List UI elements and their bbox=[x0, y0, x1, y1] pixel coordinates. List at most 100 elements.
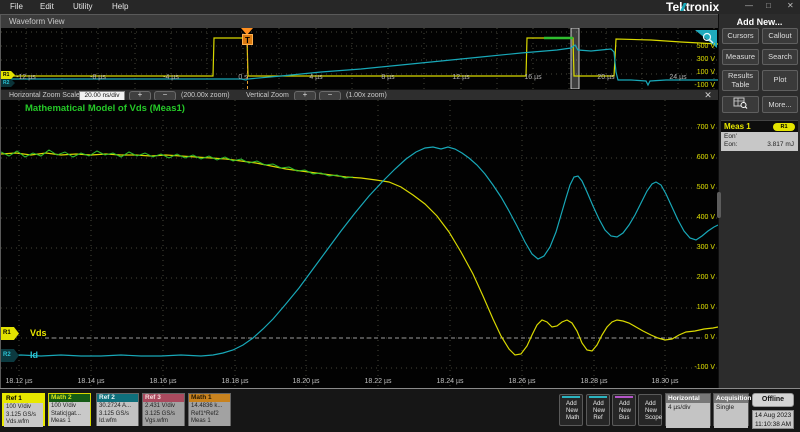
overview-plot[interactable]: T R1 R2 -12 µs-8 µs-4 µs0 s4 µs8 µs12 µs… bbox=[1, 28, 718, 89]
ref3-channel-badge[interactable]: Ref 3 2.431 V/div 3.125 GS/s Vgs.wfm bbox=[142, 393, 185, 426]
main-volt-label-6: 100 V bbox=[681, 304, 715, 311]
main-plot-canvas[interactable] bbox=[1, 100, 718, 389]
overview-time-label-2: -4 µs bbox=[153, 74, 189, 81]
main-volt-label-2: 500 V bbox=[681, 184, 715, 191]
meas1-results: Eon' Eon: 3.817 mJ bbox=[721, 132, 798, 151]
waveform-view-title: Waveform View bbox=[1, 15, 718, 28]
measure-button[interactable]: Measure bbox=[722, 49, 759, 65]
horizontal-panel[interactable]: Horizontal 4 µs/div bbox=[665, 393, 711, 426]
table-search-icon bbox=[733, 97, 748, 109]
id-label: Id bbox=[30, 350, 38, 360]
math2-channel-badge[interactable]: Math 2 100 V/div Static|gat... Meas 1 bbox=[48, 393, 91, 426]
add-new-ref-button[interactable]: AddNewRef bbox=[586, 394, 610, 426]
main-time-label-0: 18.12 µs bbox=[1, 378, 39, 385]
main-time-label-2: 18.16 µs bbox=[143, 378, 183, 385]
main-time-label-6: 18.24 µs bbox=[430, 378, 470, 385]
main-plot[interactable]: Mathematical Model of Vds (Meas1) R1 Vds… bbox=[1, 100, 718, 389]
meas1-name: Meas 1 bbox=[724, 122, 751, 131]
horizontal-zoom-scale-label: Horizontal Zoom Scale bbox=[9, 92, 80, 99]
meas1-row1: Eon' bbox=[724, 133, 737, 140]
time-text: 11:10:38 AM bbox=[753, 420, 793, 429]
bus-color-stripe bbox=[615, 396, 633, 398]
offline-button[interactable]: Offline bbox=[752, 393, 794, 407]
math1-scale: 14.4836 k... bbox=[191, 403, 230, 411]
math-color-stripe bbox=[562, 396, 580, 398]
plot-title: Mathematical Model of Vds (Meas1) bbox=[25, 103, 185, 114]
meas1-badge[interactable]: Meas 1 R1 Eon' Eon: 3.817 mJ bbox=[721, 120, 798, 151]
menu-edit[interactable]: Edit bbox=[40, 2, 54, 11]
main-time-label-5: 18.22 µs bbox=[358, 378, 398, 385]
date-text: 14 Aug 2023 bbox=[753, 411, 793, 420]
close-icon[interactable]: ✕ bbox=[787, 1, 794, 10]
main-time-label-3: 18.18 µs bbox=[215, 378, 255, 385]
menu-utility[interactable]: Utility bbox=[73, 2, 93, 11]
ref3-samplerate: 3.125 GS/s bbox=[145, 411, 184, 419]
ref1-scale: 100 V/div bbox=[6, 404, 43, 412]
menu-file[interactable]: File bbox=[10, 2, 23, 11]
add-new-bus-button[interactable]: AddNewBus bbox=[612, 394, 636, 426]
settings-bar: Ref 1 100 V/div 3.125 GS/s Vds.wfm Math … bbox=[0, 388, 800, 432]
ref1-channel-badge[interactable]: Ref 1 100 V/div 3.125 GS/s Vds.wfm bbox=[2, 393, 45, 426]
main-time-label-9: 18.30 µs bbox=[645, 378, 685, 385]
overview-volt-label-3: -100 V bbox=[685, 82, 715, 89]
ref1-badge-title: Ref 1 bbox=[4, 395, 43, 403]
math1-channel-badge[interactable]: Math 1 14.4836 k... Ref1*Ref2 Meas 1 bbox=[188, 393, 231, 426]
ref2-scale: 30.2724 A... bbox=[99, 403, 138, 411]
ref2-file: Id.wfm bbox=[99, 418, 138, 426]
math2-mode: Static|gat... bbox=[51, 411, 90, 419]
panel-resize-handle[interactable] bbox=[717, 192, 721, 218]
tektronix-logo: Tektronix bbox=[666, 0, 719, 14]
overview-time-label-8: 20 µs bbox=[588, 74, 624, 81]
main-volt-label-4: 300 V bbox=[681, 244, 715, 251]
math1-source: Meas 1 bbox=[191, 418, 230, 426]
oscilloscope-app: File Edit Utility Help Tektronix — □ ✕ W… bbox=[0, 0, 800, 432]
main-time-label-8: 18.28 µs bbox=[574, 378, 614, 385]
ref3-scale: 2.431 V/div bbox=[145, 403, 184, 411]
acquisition-value: Single bbox=[714, 403, 748, 428]
overview-time-label-4: 4 µs bbox=[298, 74, 334, 81]
zoom-table-button[interactable] bbox=[722, 96, 759, 113]
ref-color-stripe bbox=[589, 396, 607, 398]
ref2-badge-title: Ref 2 bbox=[97, 394, 138, 402]
math2-scale: 100 V/div bbox=[51, 403, 90, 411]
results-table-button[interactable]: Results Table bbox=[722, 70, 759, 91]
ref1-file: Vds.wfm bbox=[6, 419, 43, 427]
cursors-button[interactable]: Cursors bbox=[722, 28, 759, 44]
ref2-channel-badge[interactable]: Ref 2 30.2724 A... 3.125 GS/s Id.wfm bbox=[96, 393, 139, 426]
math2-source: Meas 1 bbox=[51, 418, 90, 426]
vds-label: Vds bbox=[30, 328, 47, 338]
v-zoom-factor-label: (1.00x zoom) bbox=[346, 92, 387, 99]
overview-time-label-1: -8 µs bbox=[80, 74, 116, 81]
menu-help[interactable]: Help bbox=[112, 2, 128, 11]
waveform-view-window: Waveform View T R1 R2 -12 µs-8 µs-4 µs0 … bbox=[0, 14, 719, 389]
search-button[interactable]: Search bbox=[762, 49, 798, 65]
main-volt-label-5: 200 V bbox=[681, 274, 715, 281]
vertical-zoom-label: Vertical Zoom bbox=[246, 92, 289, 99]
ref3-file: Vgs.wfm bbox=[145, 418, 184, 426]
plot-button[interactable]: Plot bbox=[762, 70, 798, 91]
ref1-samplerate: 3.125 GS/s bbox=[6, 412, 43, 420]
horizontal-value: 4 µs/div bbox=[666, 403, 710, 428]
main-volt-label-7: 0 V bbox=[681, 334, 715, 341]
callout-button[interactable]: Callout bbox=[762, 28, 798, 44]
overview-volt-label-2: 100 V bbox=[685, 69, 715, 76]
main-volt-label-1: 600 V bbox=[681, 154, 715, 161]
trigger-line bbox=[247, 45, 248, 89]
main-time-label-1: 18.14 µs bbox=[71, 378, 111, 385]
restore-icon[interactable]: □ bbox=[766, 1, 771, 10]
minimize-icon[interactable]: — bbox=[745, 1, 753, 10]
acquisition-panel[interactable]: Acquisition Single bbox=[713, 393, 749, 426]
overview-volt-label-0: 500 V bbox=[685, 43, 715, 50]
horizontal-title: Horizontal bbox=[666, 394, 710, 403]
meas1-source-pill[interactable]: R1 bbox=[773, 123, 795, 131]
overview-time-label-0: -12 µs bbox=[8, 74, 44, 81]
ref2-samplerate: 3.125 GS/s bbox=[99, 411, 138, 419]
trigger-marker[interactable]: T bbox=[242, 34, 253, 45]
add-new-scope-button[interactable]: AddNewScope bbox=[638, 394, 662, 426]
main-volt-label-8: -100 V bbox=[681, 364, 715, 371]
overview-time-label-5: 8 µs bbox=[370, 74, 406, 81]
add-new-math-button[interactable]: AddNewMath bbox=[559, 394, 583, 426]
more-button[interactable]: More... bbox=[762, 96, 798, 113]
math1-badge-title: Math 1 bbox=[189, 394, 230, 402]
overview-time-label-7: 16 µs bbox=[515, 74, 551, 81]
